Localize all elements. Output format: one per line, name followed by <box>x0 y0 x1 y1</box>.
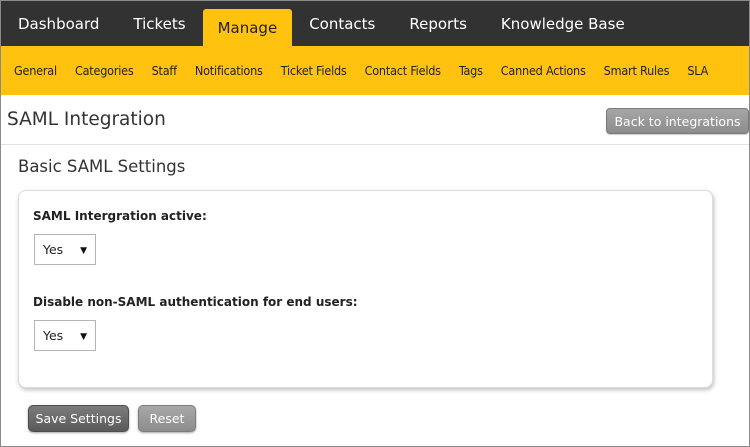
tab-reports[interactable]: Reports <box>392 1 484 46</box>
tab-contacts[interactable]: Contacts <box>292 1 392 46</box>
page-title: SAML Integration <box>7 109 166 130</box>
subnav-item-contact-fields[interactable]: Contact Fields <box>356 63 450 78</box>
chevron-down-icon: ▼ <box>80 332 87 342</box>
chevron-down-icon: ▼ <box>80 246 87 256</box>
disable-non-saml-label: Disable non-SAML authentication for end … <box>33 295 358 309</box>
saml-active-label: SAML Intergration active: <box>33 209 207 223</box>
save-settings-button[interactable]: Save Settings <box>28 405 129 432</box>
header-divider <box>1 144 749 145</box>
subnav-item-notifications[interactable]: Notifications <box>186 63 272 78</box>
sub-nav: General Categories Staff Notifications T… <box>1 46 749 95</box>
settings-panel: SAML Intergration active: Yes ▼ Disable … <box>18 190 713 388</box>
tab-dashboard[interactable]: Dashboard <box>1 1 116 46</box>
section-title: Basic SAML Settings <box>18 157 186 176</box>
tab-manage[interactable]: Manage <box>202 9 293 46</box>
saml-active-value: Yes <box>43 242 64 257</box>
subnav-item-tags[interactable]: Tags <box>450 63 492 78</box>
subnav-item-ticket-fields[interactable]: Ticket Fields <box>272 63 356 78</box>
tab-knowledge-base[interactable]: Knowledge Base <box>484 1 642 46</box>
subnav-item-smart-rules[interactable]: Smart Rules <box>595 63 679 78</box>
top-nav: Dashboard Tickets Manage Contacts Report… <box>1 1 749 46</box>
back-to-integrations-button[interactable]: Back to integrations <box>606 108 749 134</box>
disable-non-saml-value: Yes <box>43 328 64 343</box>
reset-button[interactable]: Reset <box>138 405 196 432</box>
saml-active-select[interactable]: Yes ▼ <box>34 234 96 265</box>
subnav-item-staff[interactable]: Staff <box>143 63 186 78</box>
subnav-item-categories[interactable]: Categories <box>66 63 143 78</box>
subnav-item-general[interactable]: General <box>1 63 66 78</box>
tab-tickets[interactable]: Tickets <box>116 1 202 46</box>
subnav-item-canned-actions[interactable]: Canned Actions <box>492 63 595 78</box>
subnav-item-sla[interactable]: SLA <box>678 63 717 78</box>
disable-non-saml-select[interactable]: Yes ▼ <box>34 320 96 351</box>
